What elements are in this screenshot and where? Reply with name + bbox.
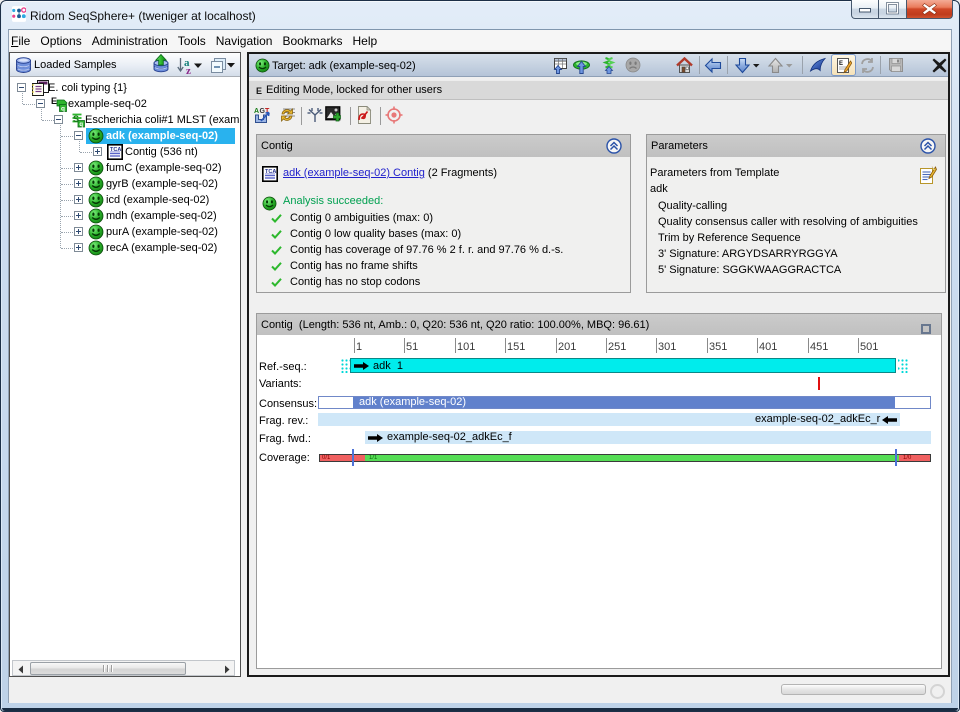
svg-text:q: q xyxy=(61,106,65,113)
svg-text:q: q xyxy=(79,122,83,128)
svg-text:A: A xyxy=(254,108,259,115)
svg-text:z: z xyxy=(186,65,191,74)
svg-text:E: E xyxy=(51,96,57,106)
svg-text:E: E xyxy=(839,61,843,67)
